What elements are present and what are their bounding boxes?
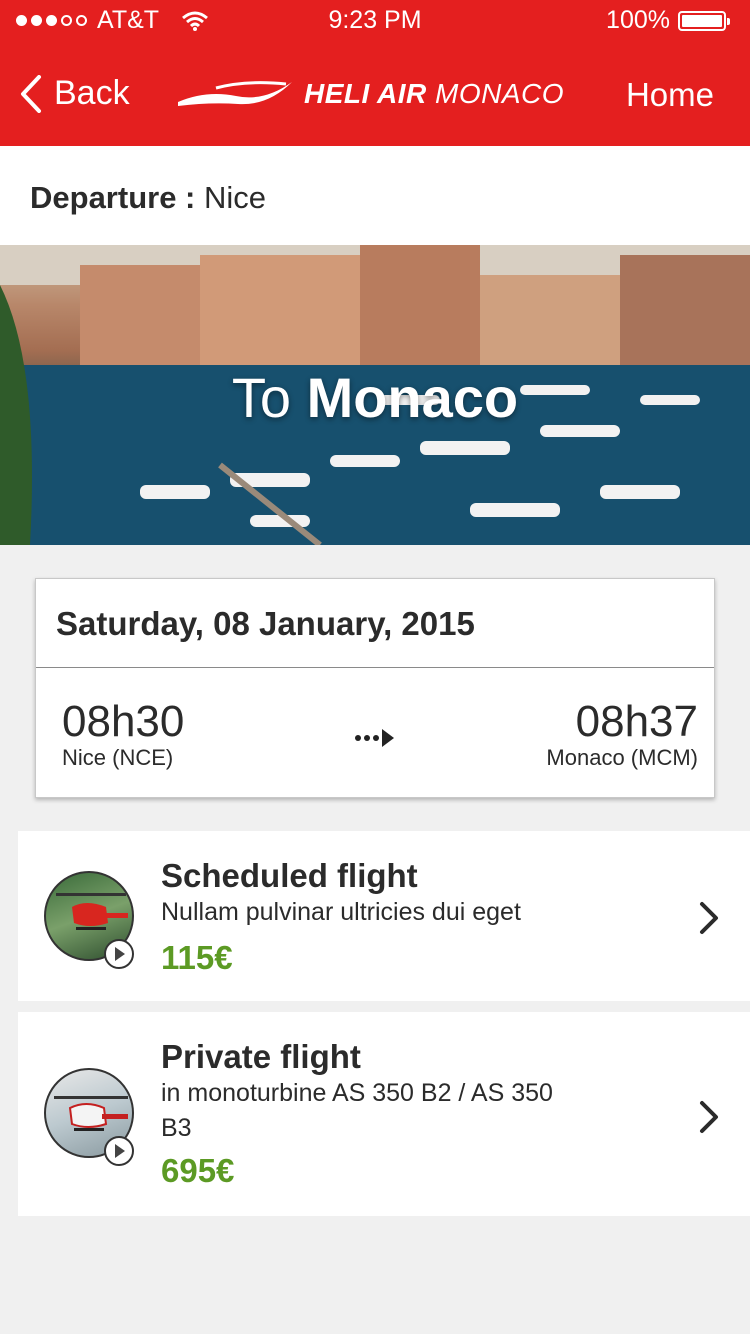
flight-title: Private flight: [161, 1038, 361, 1075]
destination-title: To Monaco: [0, 365, 750, 430]
flight-description: in monoturbine AS 350 B2 / AS 350 B3: [161, 1079, 553, 1142]
heli-swoosh-icon: [178, 81, 292, 106]
flight-price: 695€: [161, 1152, 235, 1189]
divider: [36, 667, 714, 668]
brand-name-light: MONACO: [435, 78, 565, 109]
chevron-left-icon: [21, 74, 41, 113]
schedule-card: Saturday, 08 January, 2015 08h30 Nice (N…: [35, 578, 715, 798]
dotted-arrow-icon: [355, 729, 394, 747]
departure-airport: Nice (NCE): [62, 745, 174, 770]
chevron-right-icon: [700, 1101, 718, 1133]
back-button[interactable]: Back: [20, 74, 130, 113]
flight-price: 115€: [161, 939, 233, 976]
destination-name: Monaco: [306, 366, 519, 429]
private-flight-option[interactable]: Private flight in monoturbine AS 350 B2 …: [18, 1012, 750, 1216]
departure-value: Nice: [204, 180, 267, 215]
flight-title: Scheduled flight: [161, 857, 418, 894]
play-video-icon[interactable]: [104, 1136, 134, 1166]
battery-icon: [678, 10, 730, 31]
scheduled-flight-option[interactable]: Scheduled flight Nullam pulvinar ultrici…: [18, 831, 750, 1001]
departure-row: Departure : Nice: [0, 146, 750, 245]
destination-prefix: To: [231, 366, 292, 429]
status-bar: AT&T 9:23 PM 100%: [0, 0, 750, 40]
departure-time: 08h30: [62, 697, 185, 746]
chevron-right-icon: [700, 902, 718, 934]
home-button[interactable]: Home: [626, 76, 714, 114]
battery-percent: 100%: [606, 6, 670, 34]
brand-logo: HELI AIR MONACO: [176, 76, 564, 112]
back-label: Back: [54, 74, 130, 112]
app-header: AT&T 9:23 PM 100% Back HELI AIR MONACO H…: [0, 0, 750, 146]
flight-date: Saturday, 08 January, 2015: [56, 605, 475, 642]
arrival-airport: Monaco (MCM): [546, 745, 698, 770]
destination-hero-image: To Monaco: [0, 245, 750, 545]
play-video-icon[interactable]: [104, 939, 134, 969]
flight-description: Nullam pulvinar ultricies dui eget: [161, 898, 521, 926]
arrival-time: 08h37: [575, 697, 698, 746]
navigation-bar: Back HELI AIR MONACO Home: [0, 52, 750, 142]
brand-name-bold: HELI AIR: [304, 78, 427, 109]
departure-label: Departure :: [30, 180, 196, 215]
